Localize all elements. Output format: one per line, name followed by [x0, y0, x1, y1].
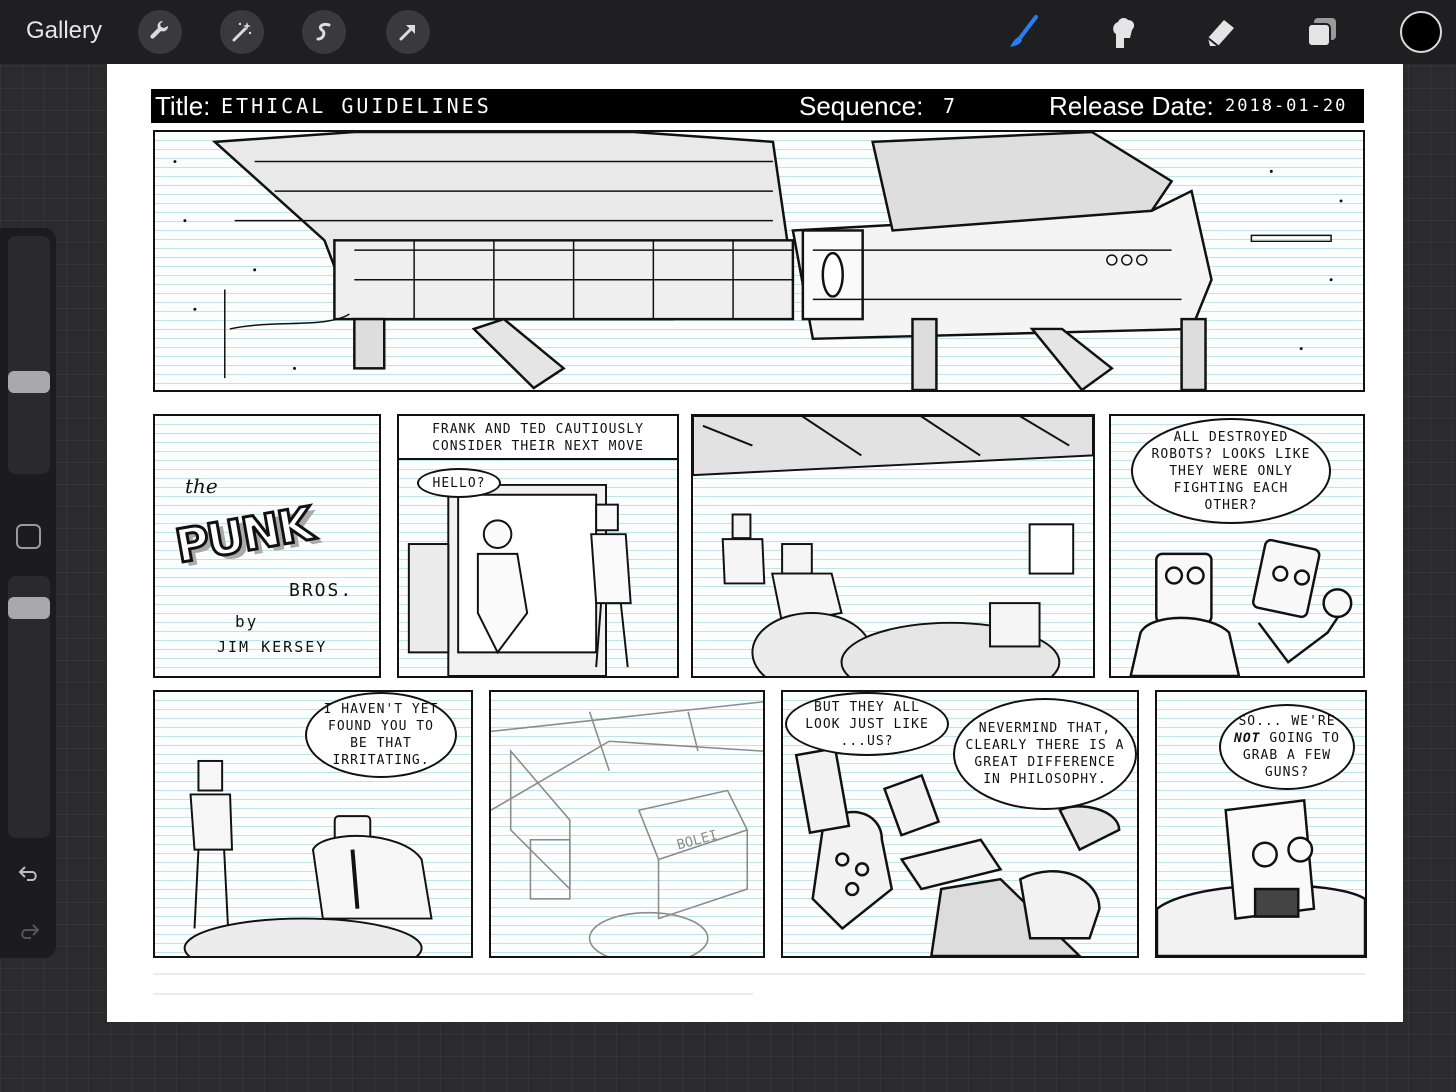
release-date-label: Release Date:	[1049, 91, 1214, 121]
speech-bubble-destroyed: ALL DESTROYED ROBOTS? LOOKS LIKE THEY WE…	[1131, 418, 1331, 524]
logo-bros: BROS.	[289, 580, 354, 601]
panel-2-logo: the PUNK BROS. by JIM KERSEY	[153, 414, 381, 678]
redo-icon	[21, 924, 40, 939]
panel-4-hall	[691, 414, 1095, 678]
panel-3-doorway: FRANK AND TED CAUTIOUSLY CONSIDER THEIR …	[397, 414, 679, 678]
speech-bubble-hello: HELLO?	[417, 468, 501, 498]
brush-size-thumb[interactable]	[8, 371, 50, 393]
speech-bubble-look-like-us: BUT THEY ALL LOOK JUST LIKE ...US?	[785, 692, 949, 756]
wrench-icon	[150, 20, 169, 39]
logo-the: the	[185, 474, 218, 498]
guns-line-2: NOT GOING TO GRAB A FEW GUNS?	[1231, 730, 1343, 781]
actions-button[interactable]	[138, 10, 182, 54]
speech-bubble-nevermind: NEVERMIND THAT, CLEARLY THERE IS A GREAT…	[953, 698, 1137, 810]
color-picker-button[interactable]	[1400, 11, 1442, 53]
logo-author: JIM KERSEY	[217, 638, 328, 656]
panel-5-destroyed: ALL DESTROYED ROBOTS? LOOKS LIKE THEY WE…	[1109, 414, 1365, 678]
spaceship-illustration	[173, 132, 1343, 390]
smudge-tool-button[interactable]	[1102, 12, 1142, 52]
panel-8-philosophy: BUT THEY ALL LOOK JUST LIKE ...US? NEVER…	[781, 690, 1139, 958]
eraser-tool-button[interactable]	[1200, 12, 1240, 52]
gallery-button[interactable]: Gallery	[26, 17, 102, 45]
smudge-icon	[1113, 17, 1135, 48]
adjustments-button[interactable]	[220, 10, 264, 54]
logo-punk: PUNK	[170, 495, 318, 575]
robot-hall-illustration	[693, 416, 1093, 676]
title-value: ETHICAL GUIDELINES	[221, 94, 492, 118]
left-sidebar	[0, 228, 56, 958]
drawing-canvas[interactable]: Title: ETHICAL GUIDELINES Sequence: 7 Re…	[107, 64, 1403, 1022]
caption-box: FRANK AND TED CAUTIOUSLY CONSIDER THEIR …	[399, 416, 677, 460]
release-date-value: 2018-01-20	[1225, 96, 1348, 116]
layers-button[interactable]	[1302, 12, 1342, 52]
opacity-thumb[interactable]	[8, 597, 50, 619]
guns-line-1: SO... WE'RE	[1238, 714, 1336, 729]
panel-7-room: BOLEI	[489, 690, 765, 958]
guns-not-emphasis: NOT	[1234, 731, 1261, 746]
panel-1-ship	[153, 130, 1365, 392]
comic-header: Title: ETHICAL GUIDELINES Sequence: 7 Re…	[151, 89, 1364, 123]
magic-wand-icon	[232, 22, 252, 42]
eraser-icon	[1207, 20, 1234, 47]
brush-tool-button[interactable]	[1004, 12, 1044, 52]
logo-by: by	[235, 612, 259, 631]
redo-button[interactable]	[14, 916, 44, 946]
layers-icon	[1307, 18, 1336, 47]
sequence-label: Sequence:	[799, 91, 924, 121]
panel-6-irritating: I HAVEN'T YET FOUND YOU TO BE THAT IRRIT…	[153, 690, 473, 958]
brush-icon	[1010, 15, 1038, 47]
undo-button[interactable]	[14, 858, 44, 888]
bolei-sign: BOLEI	[675, 827, 719, 853]
modify-button[interactable]	[16, 524, 41, 549]
pencil-guidelines	[153, 973, 1365, 995]
selection-button[interactable]	[302, 10, 346, 54]
arrow-cursor-icon	[399, 25, 415, 41]
sequence-value: 7	[943, 94, 959, 118]
speech-bubble-irritating: I HAVEN'T YET FOUND YOU TO BE THAT IRRIT…	[305, 692, 457, 778]
selection-icon	[316, 23, 331, 41]
title-label: Title:	[155, 91, 211, 121]
top-toolbar: Gallery	[0, 0, 1456, 64]
transform-button[interactable]	[386, 10, 430, 54]
room-sketch-illustration: BOLEI	[491, 701, 763, 956]
undo-icon	[18, 866, 37, 881]
speech-bubble-guns: SO... WE'RE NOT GOING TO GRAB A FEW GUNS…	[1219, 704, 1355, 790]
panel-9-guns: SO... WE'RE NOT GOING TO GRAB A FEW GUNS…	[1155, 690, 1367, 958]
brush-size-slider[interactable]	[8, 236, 50, 474]
